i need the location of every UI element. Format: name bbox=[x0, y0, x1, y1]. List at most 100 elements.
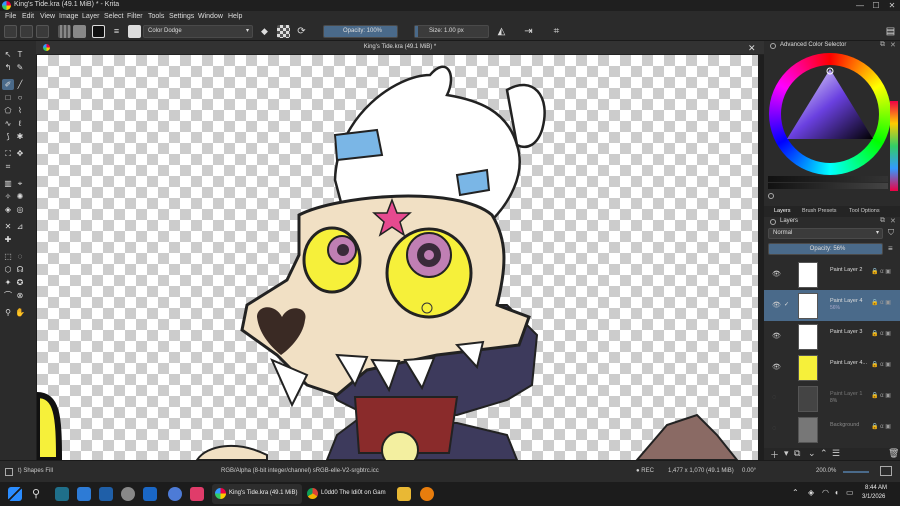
value-slider[interactable] bbox=[768, 176, 888, 182]
menu-image[interactable]: Image bbox=[59, 13, 78, 20]
reference-images-tool-icon[interactable]: ✚ bbox=[2, 234, 14, 245]
menu-select[interactable]: Select bbox=[104, 13, 123, 20]
taskbar-chrome-button[interactable]: L0dd0 The Idi0t on Gam bbox=[304, 484, 392, 504]
pan-tool-icon[interactable]: ✋ bbox=[14, 307, 26, 318]
rotation-label[interactable]: 0.00° bbox=[742, 468, 756, 474]
visibility-eye-icon[interactable]: 👁 bbox=[772, 363, 781, 371]
move-layer-up-icon[interactable]: ⌃ bbox=[820, 448, 828, 459]
fill-tool-icon[interactable]: ◈ bbox=[2, 204, 14, 215]
layer-lock-icon[interactable]: 🔒 α ▣ bbox=[871, 268, 891, 275]
app-icon-outlook[interactable] bbox=[143, 487, 157, 501]
layer-blend-mode-select[interactable]: Normal ▾ bbox=[768, 228, 883, 239]
app-icon-terminal[interactable] bbox=[55, 487, 69, 501]
panel-lock-icon[interactable] bbox=[770, 43, 776, 49]
menu-edit[interactable]: Edit bbox=[22, 13, 34, 20]
color-history-strip[interactable] bbox=[890, 101, 898, 191]
document-tab-title[interactable]: King's Tide.kra (49.1 MiB) * bbox=[36, 44, 764, 50]
layer-menu-icon[interactable]: ≡ bbox=[888, 244, 893, 253]
layer-lock-icon[interactable]: 🔒 α ▣ bbox=[871, 392, 891, 399]
transform-tool-icon[interactable]: ⛶ bbox=[2, 148, 14, 159]
canvas[interactable] bbox=[37, 55, 758, 460]
menu-filter[interactable]: Filter bbox=[127, 13, 143, 20]
float-layers-panel-icon[interactable]: ⧉ bbox=[880, 217, 885, 225]
layer-row[interactable]: 👁 Paint Layer 3 🔒 α ▣ bbox=[764, 321, 900, 352]
reload-preset-icon[interactable]: ⟳ bbox=[295, 25, 308, 38]
move-layer-down-icon[interactable]: ⌄ bbox=[808, 448, 816, 459]
wifi-icon[interactable]: ◠ bbox=[822, 488, 829, 497]
layer-row[interactable]: 👁 Paint Layer 4... 🔒 α ▣ bbox=[764, 352, 900, 383]
freehand-selection-tool-icon[interactable]: ☊ bbox=[14, 264, 26, 275]
layer-options-chevron-icon[interactable]: ▾ bbox=[784, 448, 789, 459]
wrap-around-icon[interactable]: ⌗ bbox=[550, 25, 563, 38]
layer-row-selected[interactable]: 👁 ✓ Paint Layer 4 56% 🔒 α ▣ bbox=[764, 290, 900, 321]
duplicate-layer-icon[interactable]: ⧉ bbox=[794, 448, 800, 459]
tab-tool-options[interactable]: Tool Options bbox=[849, 208, 880, 214]
layer-row[interactable]: ◌ Background 🔒 α ▣ bbox=[764, 414, 900, 445]
size-slider[interactable]: Size: 1.00 px bbox=[414, 25, 489, 38]
mirror-horizontal-icon[interactable]: ◭ bbox=[495, 25, 508, 38]
menu-layer[interactable]: Layer bbox=[82, 13, 100, 20]
polygon-tool-icon[interactable]: ⬠ bbox=[2, 105, 14, 116]
app-icon-settings[interactable] bbox=[121, 487, 135, 501]
tray-chevron-icon[interactable]: ⌃ bbox=[792, 488, 799, 497]
app-icon-photos[interactable] bbox=[77, 487, 91, 501]
eraser-icon[interactable]: ◆ bbox=[258, 25, 271, 38]
volume-icon[interactable]: ◖ bbox=[834, 488, 839, 497]
alpha-lock-icon[interactable] bbox=[277, 25, 290, 38]
multibrush-tool-icon[interactable]: ✱ bbox=[14, 131, 26, 142]
app-icon-blender[interactable] bbox=[420, 487, 434, 501]
blend-mode-select[interactable]: Color Dodge ▾ bbox=[143, 25, 253, 38]
workspace-icon[interactable]: ▤ bbox=[884, 25, 897, 38]
layer-lock-icon[interactable]: 🔒 α ▣ bbox=[871, 299, 891, 306]
zoom-tool-icon[interactable]: ⚲ bbox=[2, 307, 14, 318]
layer-row[interactable]: ◌ Paint Layer 1 8% 🔒 α ▣ bbox=[764, 383, 900, 414]
contiguous-selection-tool-icon[interactable]: ✦ bbox=[2, 277, 14, 288]
rectangular-selection-tool-icon[interactable]: ⬚ bbox=[2, 251, 14, 262]
freehand-brush-tool-icon[interactable]: ✐ bbox=[2, 79, 14, 90]
visibility-eye-icon[interactable]: 👁 bbox=[772, 332, 781, 340]
gradient-icon[interactable] bbox=[58, 25, 71, 38]
pattern-icon[interactable] bbox=[73, 25, 86, 38]
menu-settings[interactable]: Settings bbox=[169, 13, 194, 20]
layer-row[interactable]: 👁 Paint Layer 2 🔒 α ▣ bbox=[764, 259, 900, 290]
taskbar-krita-button[interactable]: King's Tide.kra (49.1 MiB) bbox=[212, 484, 302, 504]
text-tool-icon[interactable]: T bbox=[14, 49, 26, 60]
color-model-label[interactable]: RGB/Alpha (8-bit integer/channel) sRGB-e… bbox=[221, 468, 379, 474]
magnetic-selection-tool-icon[interactable]: ⊗ bbox=[14, 290, 26, 301]
close-document-icon[interactable]: ✕ bbox=[748, 43, 756, 54]
saturation-slider[interactable] bbox=[768, 183, 888, 189]
brush-preset-icon[interactable] bbox=[128, 25, 141, 38]
colorize-mask-tool-icon[interactable]: ✧ bbox=[2, 191, 14, 202]
close-layers-panel-icon[interactable]: ✕ bbox=[890, 217, 896, 225]
canvas-only-icon[interactable] bbox=[880, 466, 892, 476]
similar-selection-tool-icon[interactable]: ✪ bbox=[14, 277, 26, 288]
new-document-icon[interactable] bbox=[4, 25, 17, 38]
delete-layer-icon[interactable]: 🗑 bbox=[888, 448, 899, 459]
menu-view[interactable]: View bbox=[40, 13, 55, 20]
bezier-tool-icon[interactable]: ∿ bbox=[2, 118, 14, 129]
tray-app-icon[interactable]: ◈ bbox=[808, 488, 814, 497]
brush-settings-icon[interactable]: ≡ bbox=[110, 25, 123, 38]
close-panel-icon[interactable]: ✕ bbox=[890, 41, 896, 49]
clock-date[interactable]: 3/1/2026 bbox=[862, 494, 885, 500]
line-tool-icon[interactable]: ╱ bbox=[14, 79, 26, 90]
bezier-selection-tool-icon[interactable]: ⌒ bbox=[2, 290, 14, 301]
freehand-path-tool-icon[interactable]: ℓ bbox=[14, 118, 26, 129]
start-icon[interactable] bbox=[8, 487, 22, 501]
layer-lock-icon[interactable]: 🔒 α ▣ bbox=[871, 330, 891, 337]
layer-lock-icon[interactable]: 🔒 α ▣ bbox=[871, 423, 891, 430]
opacity-slider[interactable]: Opacity: 100% bbox=[323, 25, 398, 38]
crop-tool-icon[interactable]: ⌗ bbox=[2, 161, 14, 172]
menu-file[interactable]: File bbox=[5, 13, 16, 20]
move-tool-icon[interactable]: ✥ bbox=[14, 148, 26, 159]
settings-icon[interactable] bbox=[768, 193, 774, 199]
assistant-tool-icon[interactable]: ✕ bbox=[2, 221, 14, 232]
app-icon-pink[interactable] bbox=[190, 487, 204, 501]
dynamic-brush-tool-icon[interactable]: ⟆ bbox=[2, 131, 14, 142]
menu-window[interactable]: Window bbox=[198, 13, 223, 20]
app-icon-file-explorer[interactable] bbox=[397, 487, 411, 501]
save-document-icon[interactable] bbox=[36, 25, 49, 38]
smart-patch-tool-icon[interactable]: ✺ bbox=[14, 191, 26, 202]
record-indicator[interactable]: ● REC bbox=[636, 468, 654, 474]
clock-time[interactable]: 8:44 AM bbox=[865, 485, 887, 491]
